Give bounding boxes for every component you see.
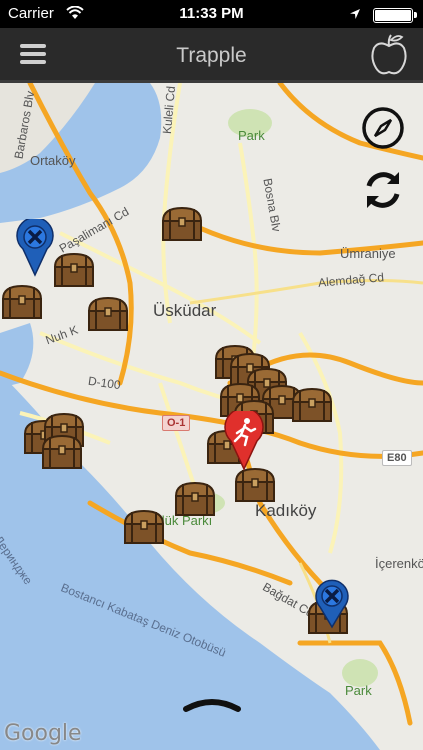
road-shield-o1: O-1 [162,415,191,431]
blue-location-pin[interactable] [312,579,352,634]
blue-pin-graphic [16,216,54,277]
map-label-uskudar: Üsküdar [153,301,217,320]
treasure-chest-icon [174,481,216,516]
treasure-chest-marker[interactable] [160,205,204,243]
treasure-chest-icon [123,509,165,544]
navigation-bar: Trapple [0,28,423,83]
status-bar: Carrier 11:33 PM [0,0,423,28]
treasure-chest-marker[interactable] [86,295,130,333]
treasure-chest-marker[interactable] [0,283,44,321]
runner-pin-graphic [224,407,264,471]
blue-location-pin[interactable] [15,216,55,282]
blue-pin-graphic [315,579,349,629]
pull-up-handle-icon[interactable] [182,693,242,715]
google-attribution-logo: Google [4,721,82,746]
treasure-chest-marker[interactable] [290,386,334,424]
refresh-icon[interactable] [359,166,407,219]
map-label-umraniye: Ümraniye [340,246,396,261]
treasure-chest-marker[interactable] [40,433,84,471]
road-shield-e80: E80 [382,450,412,466]
treasure-chest-icon [53,252,95,287]
apple-outline-icon[interactable] [369,32,409,83]
player-location-pin[interactable] [223,407,265,476]
treasure-chest-icon [1,284,43,319]
treasure-chest-icon [161,206,203,241]
map-label-park2: Park [345,683,372,698]
app-title: Trapple [176,44,247,67]
treasure-chest-icon [87,296,129,331]
map-label-park1: Park [238,128,265,143]
map-label-icerenkoy: İçerenkö [375,556,423,571]
treasure-chest-marker[interactable] [122,508,166,546]
location-arrow-icon [349,7,361,24]
map-view[interactable]: Ortaköy Üsküdar Ümraniye Kadıköy İçerenk… [0,83,423,750]
map-label-ortakoy: Ortaköy [30,153,76,168]
compass-icon[interactable] [361,106,405,155]
treasure-chest-icon [291,387,333,422]
treasure-chest-icon [41,434,83,469]
treasure-chest-marker[interactable] [52,251,96,289]
battery-icon [373,8,417,23]
treasure-chest-marker[interactable] [173,480,217,518]
